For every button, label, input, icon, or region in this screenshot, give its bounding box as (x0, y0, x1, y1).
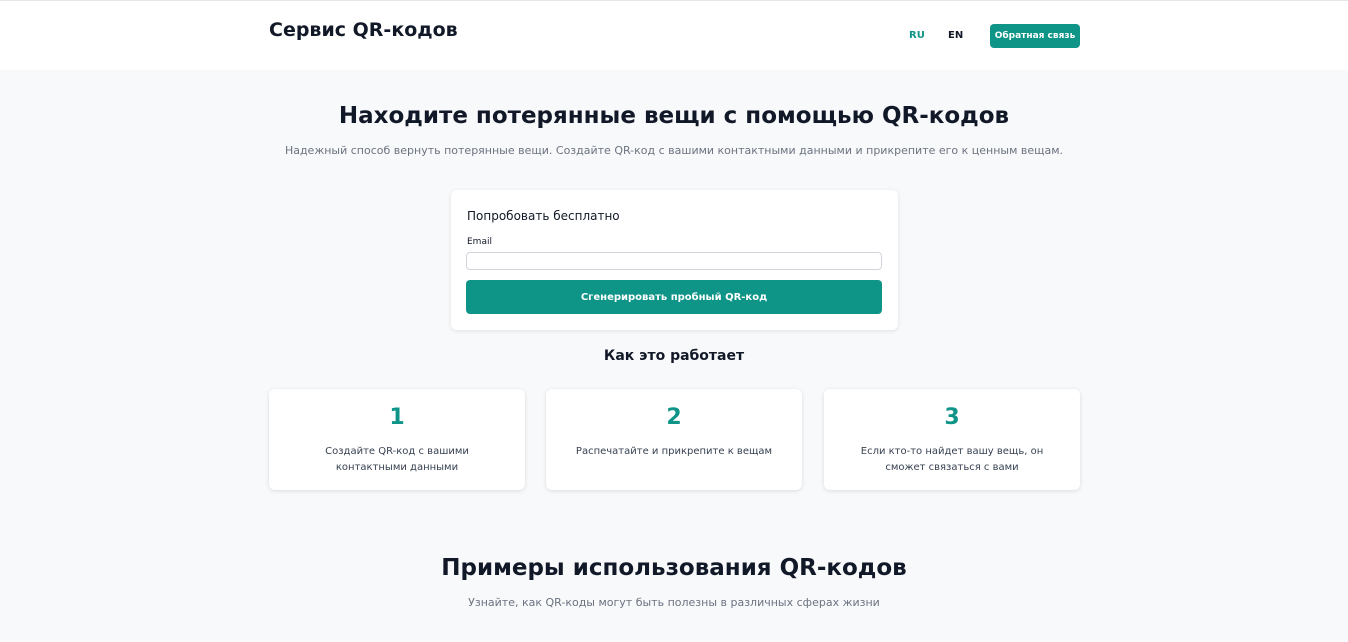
email-label: Email (467, 237, 492, 247)
examples-title: Примеры использования QR-кодов (441, 555, 907, 581)
step-number: 2 (666, 405, 682, 430)
step-number: 3 (944, 405, 960, 430)
hero-title: Находите потерянные вещи с помощью QR-ко… (338, 103, 1010, 129)
trial-form-card: Попробовать бесплатно Email Сгенерироват… (451, 190, 898, 330)
trial-form-title: Попробовать бесплатно (467, 209, 620, 223)
language-en-link[interactable]: EN (948, 30, 963, 41)
feedback-button[interactable]: Обратная связь (990, 24, 1080, 48)
step-text: Если кто-то найдет вашу вещь, он сможет … (860, 446, 1044, 473)
step-card-1: 1 Создайте QR-код с вашими контактными д… (269, 389, 525, 490)
step-card-3: 3 Если кто-то найдет вашу вещь, он сможе… (824, 389, 1080, 490)
how-it-works-title: Как это работает (603, 348, 745, 364)
step-text: Создайте QR-код с вашими контактными дан… (325, 446, 469, 473)
step-number: 1 (389, 405, 405, 430)
examples-subtitle: Узнайте, как QR-коды могут быть полезны … (468, 596, 880, 609)
step-text: Распечатайте и прикрепите к вещам (575, 446, 773, 457)
hero-subtitle: Надежный способ вернуть потерянные вещи.… (284, 144, 1064, 157)
generate-trial-qr-button[interactable]: Сгенерировать пробный QR-код (466, 280, 882, 314)
brand-logo-text[interactable]: Сервис QR-кодов (269, 19, 458, 41)
email-input[interactable] (466, 252, 882, 270)
language-ru-link[interactable]: RU (909, 30, 925, 41)
site-header: Сервис QR-кодов RU EN Обратная связь (0, 1, 1348, 70)
step-card-2: 2 Распечатайте и прикрепите к вещам (546, 389, 802, 490)
